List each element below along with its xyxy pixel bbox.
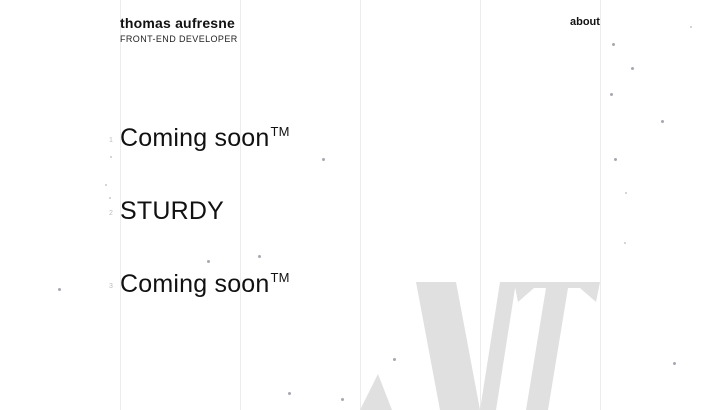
particle-dot (322, 158, 325, 161)
particle-dot (105, 184, 107, 186)
project-link[interactable]: Coming soonTM (120, 124, 290, 153)
project-index: 1 (109, 137, 113, 144)
nav-about-link[interactable]: about (570, 16, 600, 28)
particle-dot (631, 67, 634, 70)
project-link[interactable]: STURDY (120, 197, 224, 226)
site-owner-role: FRONT-END DEVELOPER (120, 34, 238, 44)
project-title: Coming soon (120, 124, 270, 152)
particle-dot (58, 288, 61, 291)
project-title: STURDY (120, 197, 224, 225)
particle-dot (690, 26, 692, 28)
particle-dot (614, 158, 617, 161)
particle-dot (624, 242, 626, 244)
particle-dot (207, 260, 210, 263)
grid-line (600, 0, 601, 410)
particle-dot (288, 392, 291, 395)
particle-dot (610, 93, 613, 96)
particle-dot (612, 43, 615, 46)
project-index: 2 (109, 210, 113, 217)
particle-dot (110, 156, 112, 158)
trademark-mark: TM (270, 124, 290, 139)
site-owner-name[interactable]: thomas aufresne (120, 15, 235, 31)
watermark-graphic (360, 282, 600, 410)
particle-dot (673, 362, 676, 365)
particle-dot (661, 120, 664, 123)
particle-dot (625, 192, 627, 194)
project-link[interactable]: Coming soonTM (120, 270, 290, 299)
particle-dot (393, 358, 396, 361)
project-title: Coming soon (120, 270, 270, 298)
grid-line (240, 0, 241, 410)
particle-dot (258, 255, 261, 258)
trademark-mark: TM (270, 270, 290, 285)
project-index: 3 (109, 283, 113, 290)
particle-dot (341, 398, 344, 401)
particle-dot (109, 197, 111, 199)
